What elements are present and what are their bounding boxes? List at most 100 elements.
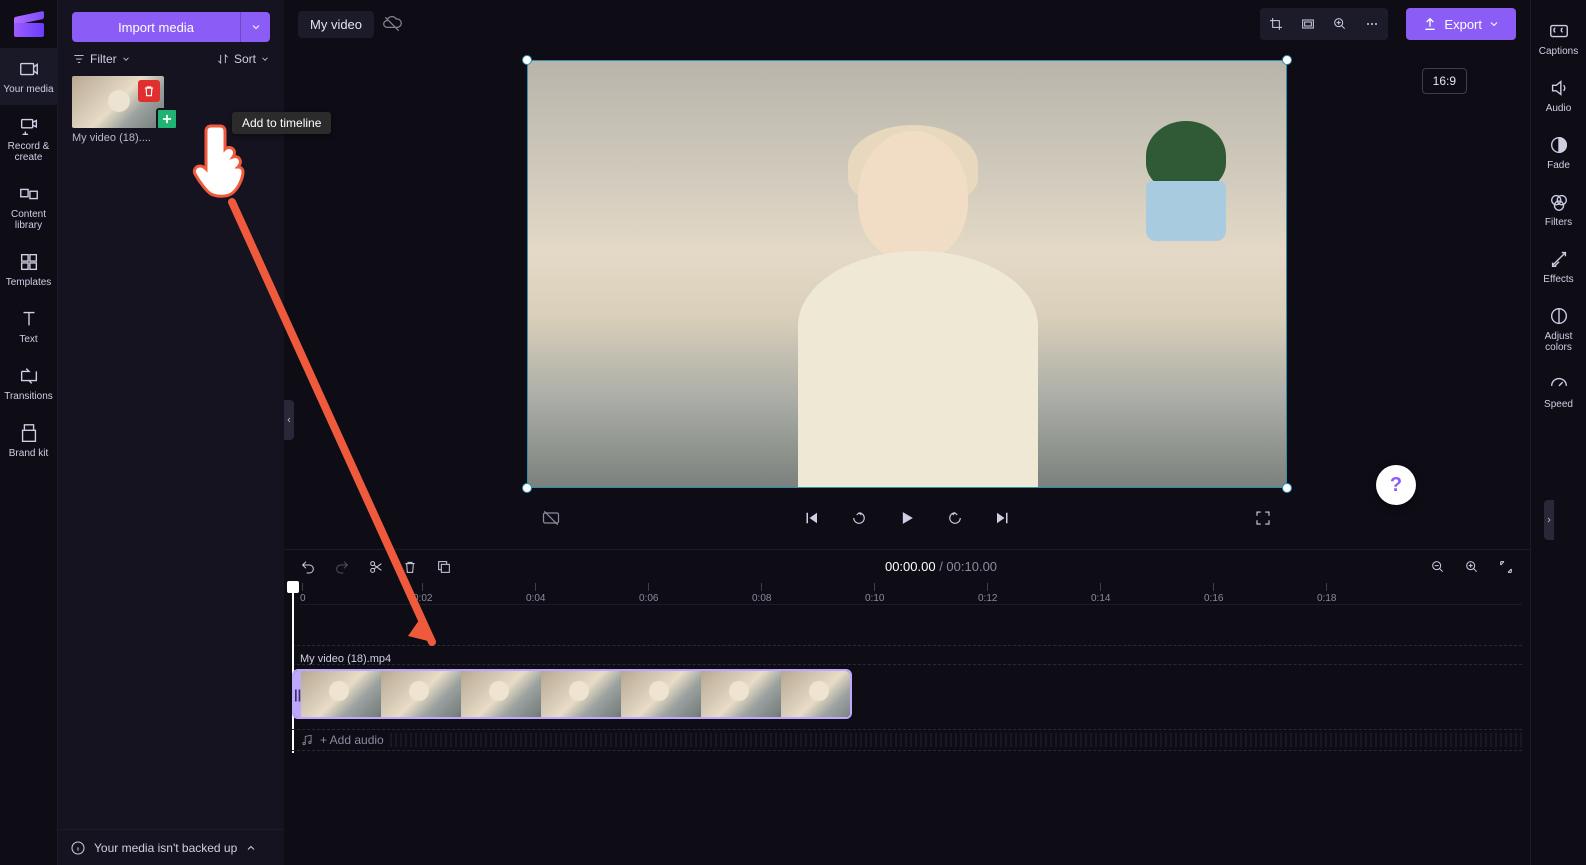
backup-footer[interactable]: Your media isn't backed up (58, 829, 284, 865)
preview-stage: 16:9 (284, 48, 1530, 549)
project-title[interactable]: My video (298, 11, 374, 38)
duplicate-button[interactable] (432, 555, 456, 579)
audio-track[interactable]: + Add audio (292, 729, 1522, 751)
skip-prev-icon (802, 509, 820, 527)
topbar: My video Export (284, 0, 1530, 48)
nav-record-create[interactable]: Record & create (0, 105, 58, 173)
rr-fade[interactable]: Fade (1531, 124, 1586, 181)
closed-caption-button[interactable] (537, 504, 565, 532)
import-media-button[interactable]: Import media (72, 12, 240, 42)
frame-button[interactable] (1292, 8, 1324, 40)
filters-icon (1548, 191, 1570, 213)
canvas-tool-group (1260, 8, 1388, 40)
ffwd-icon (946, 509, 964, 527)
sort-icon (216, 52, 230, 66)
previous-button[interactable] (797, 504, 825, 532)
rr-captions[interactable]: Captions (1531, 10, 1586, 67)
zoom-out-icon (1430, 559, 1446, 575)
delete-media-button[interactable] (138, 80, 160, 102)
ruler-tick: 0:12 (978, 583, 997, 605)
skip-next-icon (994, 509, 1012, 527)
plus-icon (160, 112, 174, 126)
copy-icon (436, 559, 452, 575)
redo-button[interactable] (330, 555, 354, 579)
fit-button[interactable] (1494, 555, 1518, 579)
playhead[interactable] (292, 583, 294, 753)
nav-text[interactable]: Text (0, 298, 58, 355)
captions-icon (1548, 20, 1570, 42)
undo-icon (300, 559, 316, 575)
nav-templates[interactable]: Templates (0, 241, 58, 298)
rr-filters[interactable]: Filters (1531, 181, 1586, 238)
timeline: 00:00.00 / 00:10.00 00:020:040:060:080:1… (284, 549, 1530, 865)
rr-effects[interactable]: Effects (1531, 238, 1586, 295)
empty-track[interactable] (292, 645, 1522, 665)
more-icon (1364, 16, 1380, 32)
sort-button[interactable]: Sort (216, 52, 270, 66)
waveform-placeholder (390, 733, 1522, 747)
transitions-icon (18, 365, 40, 387)
crop-icon (1268, 16, 1284, 32)
zoom-out-button[interactable] (1426, 555, 1450, 579)
zoom-in-icon (1464, 559, 1480, 575)
aspect-ratio-button[interactable]: 16:9 (1422, 68, 1467, 94)
rr-adjust-colors[interactable]: Adjust colors (1531, 295, 1586, 363)
export-button[interactable]: Export (1406, 8, 1516, 40)
trash-icon (402, 559, 418, 575)
video-clip[interactable]: || || (292, 669, 852, 719)
resize-handle-tl[interactable] (522, 55, 532, 65)
nav-brand-kit[interactable]: Brand kit (0, 412, 58, 469)
help-button[interactable]: ? (1376, 465, 1416, 505)
chevron-up-icon (245, 842, 257, 854)
filter-button[interactable]: Filter (72, 52, 131, 66)
chevron-left-icon (285, 414, 293, 426)
resize-handle-bl[interactable] (522, 483, 532, 493)
info-icon (70, 840, 86, 856)
preview-canvas[interactable] (527, 60, 1287, 488)
chevron-right-icon (1545, 514, 1553, 526)
pip-button[interactable] (1324, 8, 1356, 40)
collapse-panel-button[interactable] (284, 400, 294, 440)
ruler-tick: 0:02 (413, 583, 432, 605)
collapse-right-button[interactable] (1544, 500, 1554, 540)
rr-speed[interactable]: Speed (1531, 363, 1586, 420)
speed-icon (1548, 373, 1570, 395)
resize-handle-tr[interactable] (1282, 55, 1292, 65)
undo-button[interactable] (296, 555, 320, 579)
zoom-in-button[interactable] (1460, 555, 1484, 579)
next-button[interactable] (989, 504, 1017, 532)
import-media-dropdown[interactable] (240, 12, 270, 42)
delete-clip-button[interactable] (398, 555, 422, 579)
media-item[interactable]: My video (18).... (72, 76, 164, 144)
fade-icon (1548, 134, 1570, 156)
media-panel: Import media Filter Sort (58, 0, 284, 865)
music-icon (300, 733, 314, 747)
speaker-icon (1548, 77, 1570, 99)
nav-content-library[interactable]: Content library (0, 173, 58, 241)
resize-handle-br[interactable] (1282, 483, 1292, 493)
main-column: My video Export (284, 0, 1530, 865)
more-button[interactable] (1356, 8, 1388, 40)
nav-transitions[interactable]: Transitions (0, 355, 58, 412)
chevron-down-icon (1488, 18, 1500, 30)
chevron-down-icon (250, 21, 262, 33)
split-button[interactable] (364, 555, 388, 579)
ruler-tick: 0:10 (865, 583, 884, 605)
back-button[interactable] (845, 504, 873, 532)
left-rail: Your media Record & create Content libra… (0, 0, 58, 865)
effects-icon (1548, 248, 1570, 270)
fullscreen-button[interactable] (1249, 504, 1277, 532)
crop-button[interactable] (1260, 8, 1292, 40)
ruler[interactable]: 00:020:040:060:080:100:120:140:160:18 (300, 583, 1522, 605)
redo-icon (334, 559, 350, 575)
ruler-tick: 0:06 (639, 583, 658, 605)
nav-your-media[interactable]: Your media (0, 48, 58, 105)
cloud-off-icon (382, 14, 402, 34)
clip-handle-left[interactable]: || (294, 671, 301, 717)
scissors-icon (368, 559, 384, 575)
play-button[interactable] (893, 504, 921, 532)
cc-off-icon (541, 508, 561, 528)
add-to-timeline-button[interactable] (156, 108, 178, 130)
rr-audio[interactable]: Audio (1531, 67, 1586, 124)
forward-button[interactable] (941, 504, 969, 532)
